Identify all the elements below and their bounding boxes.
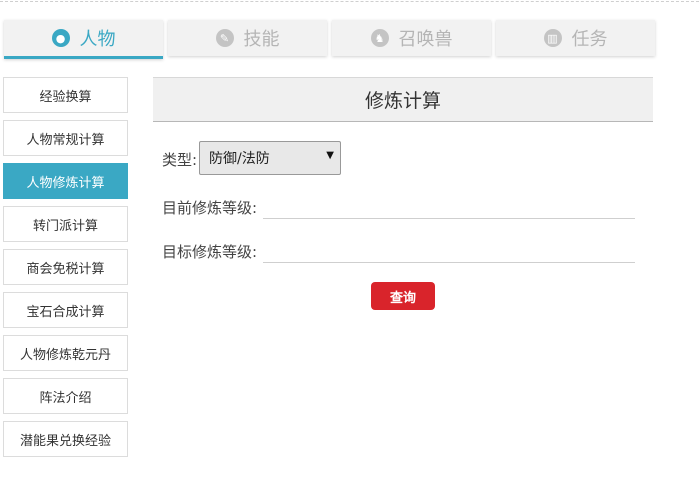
type-select-value: 防御/法防 bbox=[209, 151, 270, 167]
beast-icon: ♞ bbox=[370, 29, 389, 47]
type-select[interactable]: 防御/法防 ▼ bbox=[199, 141, 341, 175]
sidebar-item-label: 人物常规计算 bbox=[26, 132, 105, 148]
target-level-label: 目标修炼等级: bbox=[162, 243, 258, 261]
target-level-input[interactable] bbox=[263, 262, 635, 263]
sidebar-item-label: 经验换算 bbox=[39, 89, 92, 105]
current-level-label: 目前修炼等级: bbox=[162, 199, 258, 217]
sidebar-item-qianyuan-pill[interactable]: 人物修炼乾元丹 bbox=[3, 335, 128, 371]
tab-label: 技能 bbox=[243, 29, 280, 50]
sidebar-item-formation[interactable]: 阵法介绍 bbox=[3, 378, 128, 414]
book-icon: ▥ bbox=[543, 29, 562, 47]
tab-tasks[interactable]: ▥ 任务 bbox=[496, 20, 655, 56]
sidebar-item-cultivation-calc[interactable]: 人物修炼计算 bbox=[3, 163, 128, 199]
sidebar-item-gem-synthesis[interactable]: 宝石合成计算 bbox=[3, 292, 128, 328]
tab-label: 召唤兽 bbox=[398, 29, 453, 50]
sidebar-item-label: 人物修炼乾元丹 bbox=[19, 347, 111, 363]
sidebar-item-label: 转门派计算 bbox=[32, 218, 98, 234]
person-icon: ● bbox=[51, 29, 70, 47]
tab-label: 人物 bbox=[79, 29, 116, 50]
category-tabs: ● 人物 ✎ 技能 ♞ 召唤兽 ▥ 任务 bbox=[4, 20, 659, 60]
page-title: 修炼计算 bbox=[153, 77, 653, 122]
tab-skills[interactable]: ✎ 技能 bbox=[168, 20, 327, 56]
type-label: 类型: bbox=[162, 151, 198, 169]
sidebar-item-potential-fruit[interactable]: 潜能果兑换经验 bbox=[3, 421, 128, 457]
current-level-input[interactable] bbox=[263, 218, 635, 219]
sidebar-item-tax-free[interactable]: 商会免税计算 bbox=[3, 249, 128, 285]
sidebar-item-school-switch[interactable]: 转门派计算 bbox=[3, 206, 128, 242]
sidebar-item-label: 潜能果兑换经验 bbox=[19, 433, 111, 449]
wrench-icon: ✎ bbox=[215, 29, 234, 47]
top-divider bbox=[0, 1, 699, 2]
query-button[interactable]: 查询 bbox=[371, 282, 435, 310]
sidebar-item-label: 宝石合成计算 bbox=[26, 304, 105, 320]
sidebar-item-label: 人物修炼计算 bbox=[26, 175, 105, 191]
sidebar-item-exp-convert[interactable]: 经验换算 bbox=[3, 77, 128, 113]
dropdown-arrow-icon: ▼ bbox=[326, 150, 334, 161]
tab-label: 任务 bbox=[571, 29, 608, 50]
sidebar-item-regular-calc[interactable]: 人物常规计算 bbox=[3, 120, 128, 156]
sidebar-item-label: 商会免税计算 bbox=[26, 261, 105, 277]
sidebar-item-label: 阵法介绍 bbox=[39, 390, 92, 406]
tab-person[interactable]: ● 人物 bbox=[4, 20, 163, 59]
tab-summon[interactable]: ♞ 召唤兽 bbox=[332, 20, 491, 56]
